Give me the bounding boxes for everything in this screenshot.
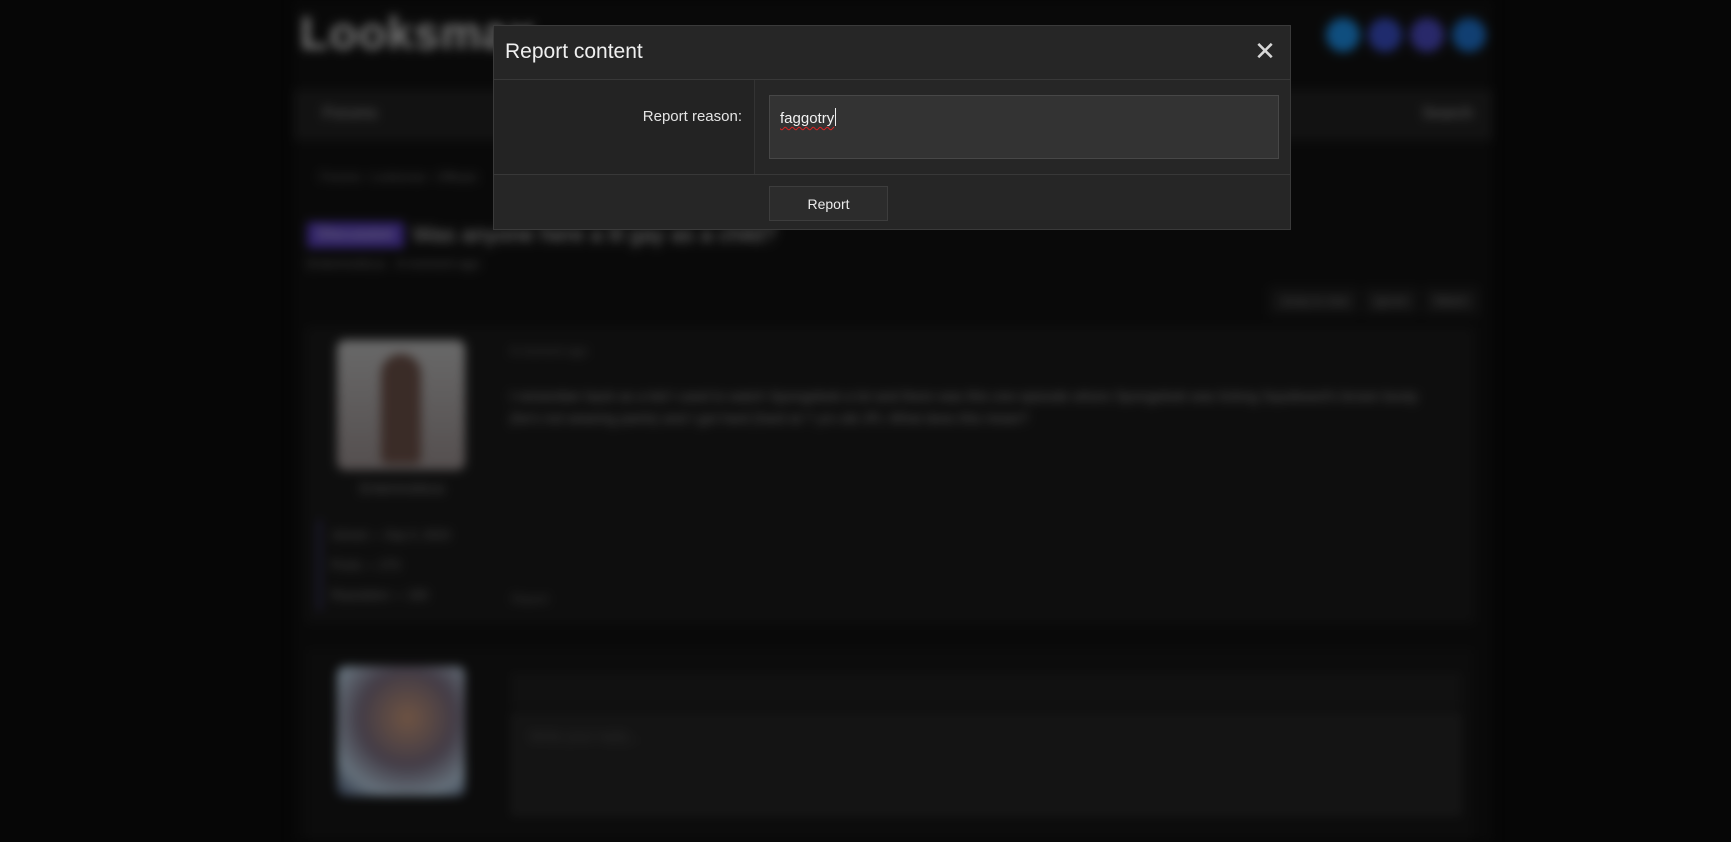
report-dialog: Report content ✕ Report reason: faggotry… xyxy=(493,25,1291,230)
dialog-header: Report content ✕ xyxy=(494,26,1290,80)
dialog-footer: Report xyxy=(494,175,1290,231)
dialog-title: Report content xyxy=(505,40,643,63)
text-caret xyxy=(835,108,837,126)
report-reason-row: Report reason: faggotry xyxy=(494,80,1290,175)
report-reason-input[interactable]: faggotry xyxy=(769,95,1279,159)
report-submit-button[interactable]: Report xyxy=(769,186,888,221)
label-cell: Report reason: xyxy=(494,80,755,174)
report-reason-value: faggotry xyxy=(780,110,835,127)
close-icon[interactable]: ✕ xyxy=(1251,36,1279,66)
report-reason-label: Report reason: xyxy=(642,108,742,125)
